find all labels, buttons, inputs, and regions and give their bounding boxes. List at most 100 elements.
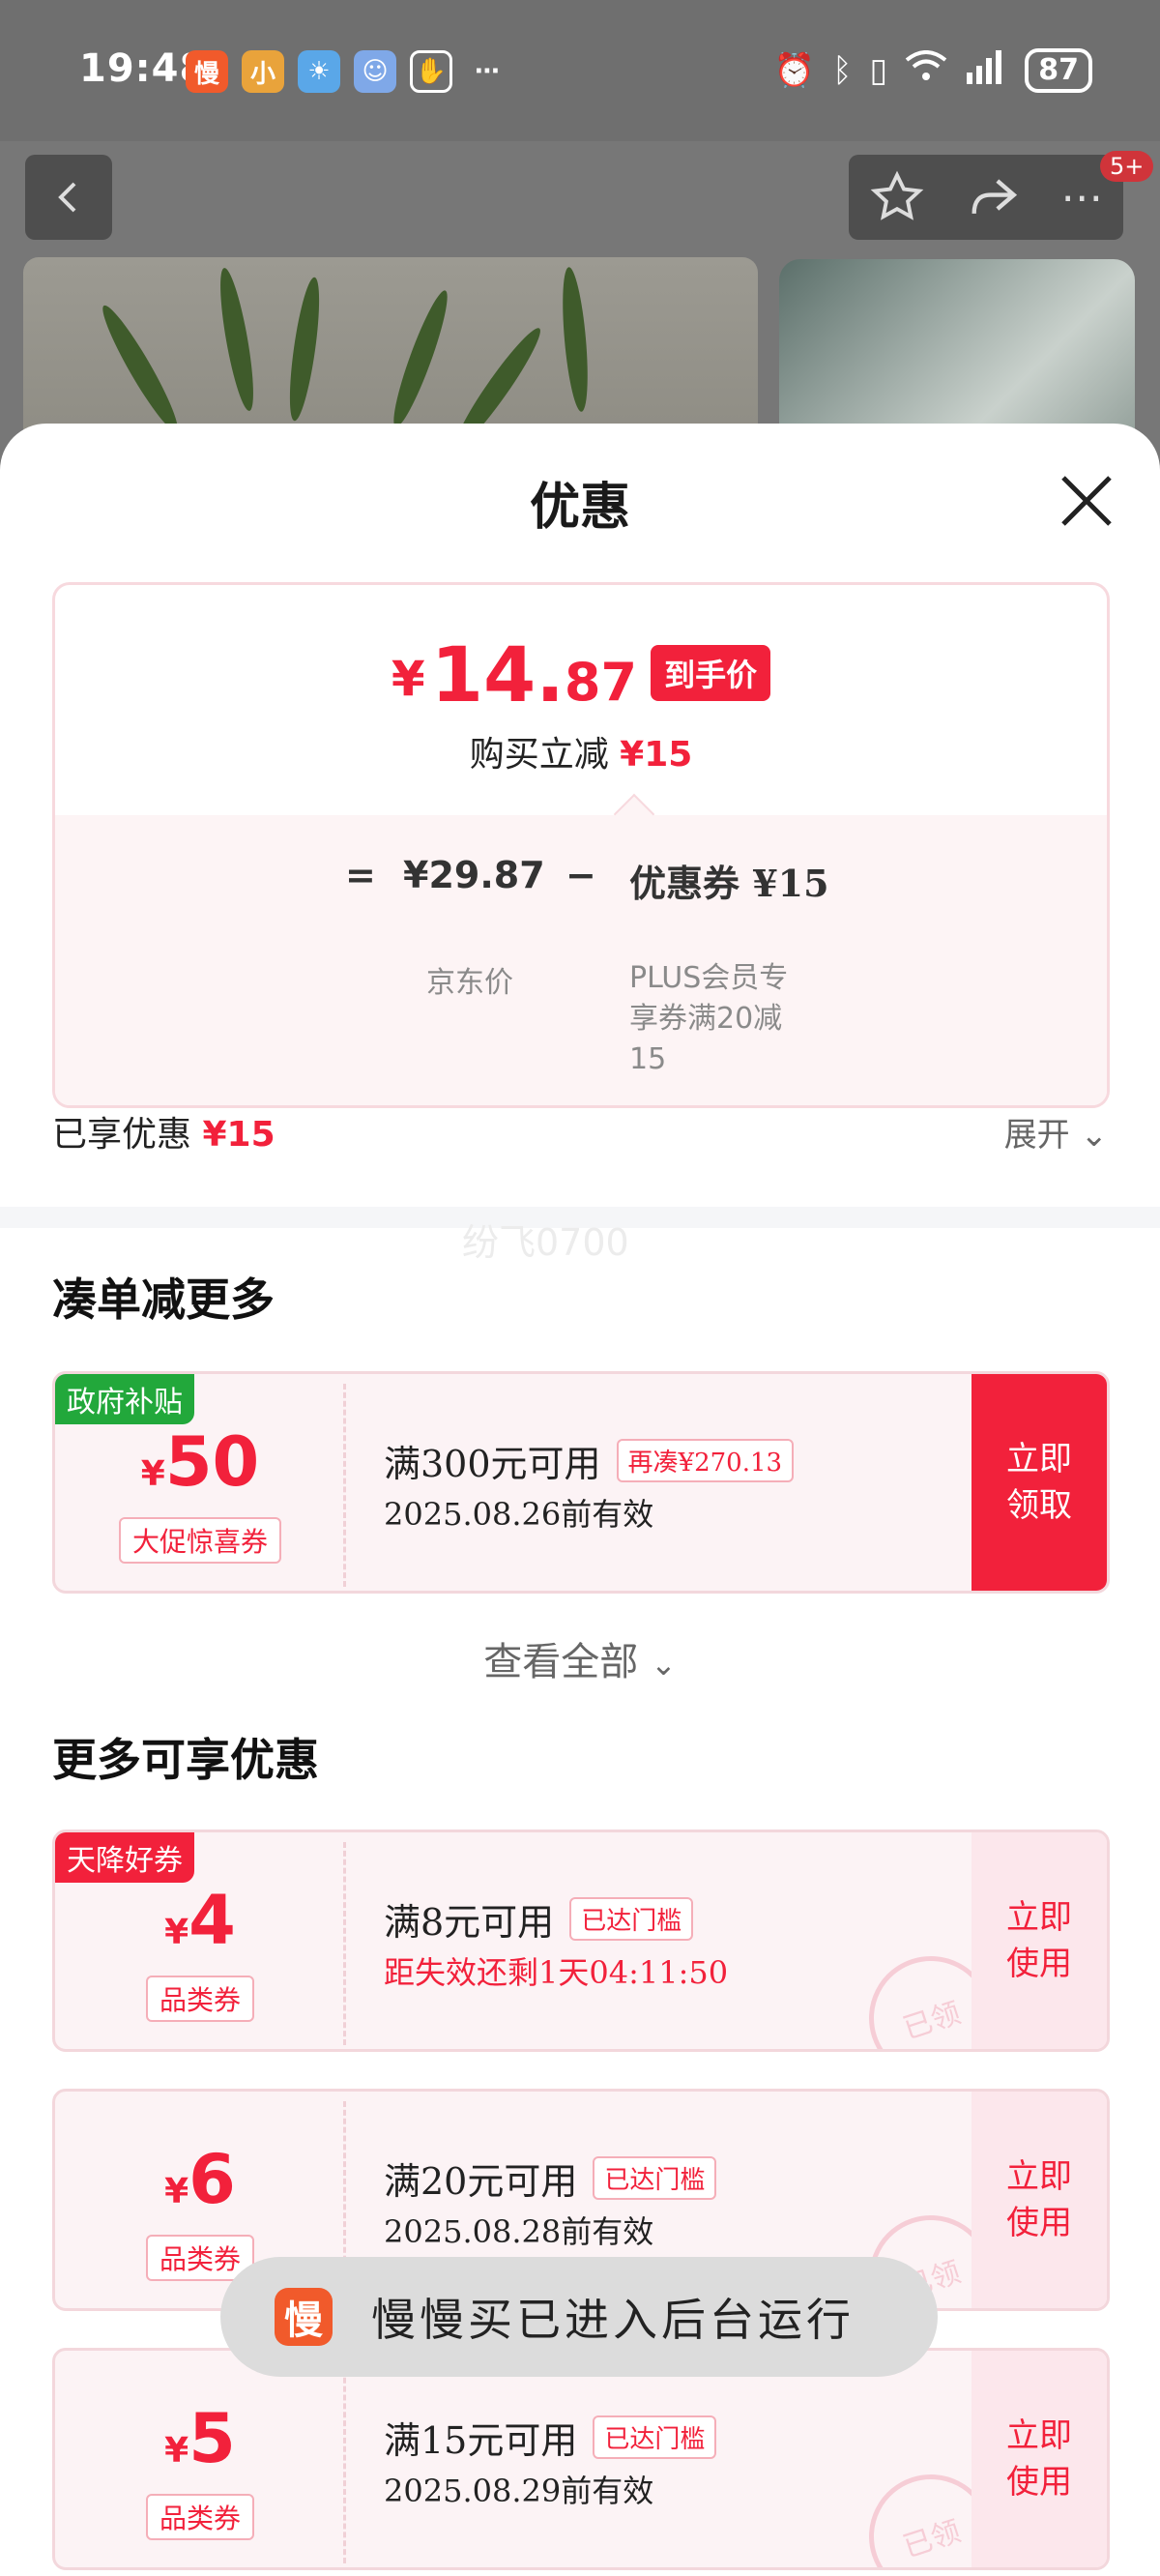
coupon-condition: 满300元可用 再凑¥270.13 — [384, 1434, 795, 1487]
chevron-down-icon: ⌄ — [1080, 1116, 1109, 1155]
coupon-kind: 品类券 — [55, 2494, 345, 2540]
more-notifications-icon: ⋯ — [475, 57, 500, 86]
coupon-card: 政府补贴 ¥50 大促惊喜券 满300元可用 再凑¥270.13 2025.08… — [52, 1371, 1110, 1594]
coupon-description: PLUS会员专享券满20减15 — [629, 961, 789, 1076]
section-title-more-discounts: 更多可享优惠 — [52, 1734, 319, 1786]
coupon-condition: 满8元可用 已达门槛 — [384, 1892, 694, 1946]
coupon-gap-pill: 再凑¥270.13 — [616, 1439, 795, 1482]
view-all-button[interactable]: 查看全部 ⌄ — [0, 1630, 1160, 1686]
claim-coupon-button[interactable]: 立即领取 — [972, 1374, 1107, 1591]
share-icon[interactable] — [965, 169, 1021, 225]
coupon-separator — [343, 1842, 346, 2045]
coupon-validity: 2025.08.26前有效 — [384, 1496, 654, 1533]
coupon-separator — [343, 2360, 346, 2563]
coupon-threshold-pill: 已达门槛 — [569, 1897, 694, 1941]
final-price-tag: 到手价 — [651, 645, 771, 701]
sheet-title: 优惠 — [529, 478, 630, 537]
status-bar: 19:48 慢 小 ☀ ☺ ✋ ⋯ ⏰ ᛒ ▯ 87 — [0, 0, 1160, 141]
coupon-amount-number: 6 — [188, 2140, 236, 2219]
coupon-threshold-pill: 已达门槛 — [593, 2415, 717, 2459]
jd-price-value: ¥29.87 — [403, 854, 545, 896]
price-decimal: 87 — [564, 652, 638, 713]
coupon-condition-text: 满20元可用 — [384, 2160, 578, 2203]
coupon-condition-text: 满15元可用 — [384, 2419, 578, 2462]
status-indicators: ⏰ ᛒ ▯ 87 — [774, 48, 1092, 93]
coupon-card: 天降好券 ¥4 品类券 满8元可用 已达门槛 距失效还剩1天04:11:50 已… — [52, 1830, 1110, 2052]
final-price: ¥ 14. 87 到手价 — [55, 637, 1107, 715]
final-price-area: ¥ 14. 87 到手价 购买立减 ¥15 — [55, 585, 1107, 815]
enjoyed-discount-label: 已享优惠 — [52, 1115, 192, 1155]
vibrate-icon: ▯ — [869, 51, 888, 90]
signal-icon — [965, 49, 1007, 93]
notification-badge: 5+ — [1100, 151, 1154, 182]
expand-label: 展开 — [1003, 1116, 1070, 1155]
gesture-icon: ✋ — [410, 50, 452, 93]
coupon-amount-number: 5 — [188, 2399, 236, 2478]
enjoyed-discount-line: 已享优惠 ¥15 — [52, 1106, 276, 1156]
currency-symbol: ¥ — [140, 1454, 165, 1494]
view-all-label: 查看全部 — [483, 1640, 639, 1684]
coupon-kind-label: 品类券 — [145, 2494, 254, 2540]
formula-equals: = — [345, 854, 376, 896]
discount-sheet: 优惠 ¥ 14. 87 到手价 购买立减 ¥15 = ¥29.87 − 优惠券 … — [0, 424, 1160, 2576]
chevron-left-icon — [58, 182, 76, 213]
currency-symbol: ¥ — [164, 2431, 189, 2471]
use-coupon-button[interactable]: 立即使用 — [972, 1832, 1107, 2049]
section-title-more-order: 凑单减更多 — [52, 1273, 275, 1326]
coupon-condition-text: 满8元可用 — [384, 1901, 555, 1944]
price-formula-area: = ¥29.87 − 优惠券 ¥15 京东价 PLUS会员专享券满20减15 — [55, 815, 1107, 1105]
coupon-deduction-value: 优惠券 ¥15 — [629, 862, 829, 905]
coupon-validity: 2025.08.29前有效 — [384, 2473, 654, 2509]
top-action-bar: ⋯ — [849, 155, 1123, 240]
coupon-amount-number: 4 — [188, 1881, 236, 1960]
coupon-kind-label: 大促惊喜券 — [118, 1517, 281, 1564]
xiaohongshu-app-icon: 小 — [242, 50, 284, 93]
status-app-icons: 慢 小 ☀ ☺ ✋ ⋯ — [186, 50, 508, 93]
coupon-amount: ¥6 — [55, 2140, 345, 2219]
alarm-icon: ⏰ — [773, 51, 816, 90]
coupon-condition: 满15元可用 已达门槛 — [384, 2411, 717, 2464]
coupon-tag: 天降好券 — [55, 1832, 194, 1883]
jd-price-label: 京东价 — [426, 966, 513, 1000]
coupon-value-area: ¥5 品类券 — [55, 2351, 345, 2567]
use-coupon-button[interactable]: 立即使用 — [972, 2351, 1107, 2567]
toast-message: 慢慢买已进入后台运行 — [371, 2294, 855, 2346]
close-icon — [1061, 476, 1112, 526]
expand-toggle[interactable]: 展开 ⌄ — [1004, 1108, 1108, 1156]
manmanmai-app-icon: 慢 — [275, 2288, 333, 2346]
instant-discount-value: ¥15 — [620, 735, 693, 775]
battery-indicator: 87 — [1025, 48, 1092, 93]
chevron-down-icon: ⌄ — [650, 1646, 677, 1683]
coupon-tag: 政府补贴 — [55, 1374, 194, 1424]
back-button[interactable] — [25, 155, 112, 240]
background-running-toast: 慢 慢慢买已进入后台运行 — [220, 2257, 938, 2377]
instant-discount-line: 购买立减 ¥15 — [55, 726, 1107, 776]
assistant-app-icon: ☺ — [354, 50, 396, 93]
more-options-icon[interactable]: ⋯ — [1060, 173, 1103, 222]
coupon-threshold-pill: 已达门槛 — [593, 2156, 717, 2200]
coupon-kind: 大促惊喜券 — [55, 1517, 345, 1564]
coupon-countdown: 距失效还剩1天04:11:50 — [384, 1954, 729, 1991]
coupon-condition-text: 满300元可用 — [384, 1443, 601, 1485]
currency-symbol: ¥ — [164, 2172, 189, 2211]
use-coupon-button[interactable]: 立即使用 — [972, 2092, 1107, 2308]
coupon-separator — [343, 1384, 346, 1587]
close-button[interactable] — [1056, 470, 1117, 532]
coupon-card: ¥5 品类券 满15元可用 已达门槛 2025.08.29前有效 已领 立即使用 — [52, 2348, 1110, 2570]
wifi-icon — [905, 49, 947, 92]
coupon-amount: ¥50 — [55, 1422, 345, 1502]
coupon-kind: 品类券 — [55, 1976, 345, 2022]
coupon-value-area: 政府补贴 ¥50 大促惊喜券 — [55, 1374, 345, 1591]
bluetooth-icon: ᛒ — [832, 51, 853, 90]
instant-discount-label: 购买立减 — [469, 735, 609, 775]
price-breakdown-card: ¥ 14. 87 到手价 购买立减 ¥15 = ¥29.87 − 优惠券 ¥15… — [52, 582, 1110, 1108]
favorite-star-icon[interactable] — [869, 169, 925, 225]
manmanmai-app-icon: 慢 — [186, 50, 228, 93]
price-integer: 14. — [430, 632, 565, 719]
currency-symbol: ¥ — [391, 651, 425, 707]
weather-app-icon: ☀ — [298, 50, 340, 93]
coupon-validity: 2025.08.28前有效 — [384, 2213, 654, 2250]
coupon-kind-label: 品类券 — [145, 1976, 254, 2022]
formula-minus: − — [566, 854, 596, 896]
coupon-amount-number: 50 — [164, 1422, 260, 1502]
